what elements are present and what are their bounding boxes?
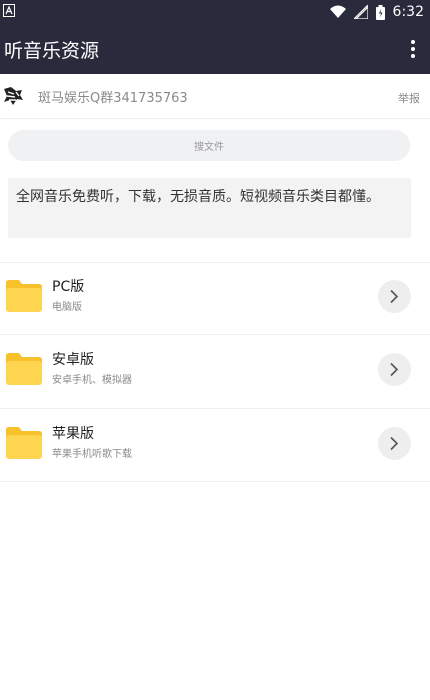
group-header: 斑马娱乐Q群341735763 举报 [0, 74, 430, 119]
chevron-right-icon [390, 436, 399, 451]
item-title: PC版 [52, 279, 85, 295]
group-name: 斑马娱乐Q群341735763 [38, 91, 188, 106]
page-title: 听音乐资源 [4, 40, 100, 62]
app-bar: 听音乐资源 [0, 24, 430, 74]
signal-icon [353, 5, 368, 19]
folder-icon [6, 280, 42, 312]
item-subtitle: 苹果手机听歌下载 [52, 449, 132, 460]
folder-icon [6, 427, 42, 459]
chevron-right-icon [390, 362, 399, 377]
chevron-right-icon [390, 289, 399, 304]
folder-icon [6, 353, 42, 385]
list-item[interactable]: PC版 电脑版 [0, 262, 430, 334]
item-subtitle: 安卓手机、模拟器 [52, 375, 132, 386]
open-button[interactable] [378, 280, 411, 313]
item-title: 苹果版 [52, 426, 94, 442]
item-subtitle: 电脑版 [52, 302, 82, 313]
clock-time: 6:32 [392, 4, 424, 20]
search-placeholder: 搜文件 [194, 142, 224, 153]
list-item[interactable]: 安卓版 安卓手机、模拟器 [0, 335, 430, 407]
a-icon [3, 4, 15, 17]
report-link[interactable]: 举报 [398, 90, 420, 106]
item-title: 安卓版 [52, 352, 94, 368]
description-box: 全网音乐免费听，下载，无损音质。短视频音乐类目都懂。 [8, 178, 411, 238]
description-text: 全网音乐免费听，下载，无损音质。短视频音乐类目都懂。 [16, 189, 380, 205]
status-bar: 6:32 [0, 0, 430, 24]
open-button[interactable] [378, 427, 411, 460]
list-item[interactable]: 苹果版 苹果手机听歌下载 [0, 409, 430, 481]
divider [0, 481, 430, 482]
zebra-avatar[interactable] [2, 85, 24, 107]
search-input[interactable]: 搜文件 [8, 130, 410, 161]
wifi-icon [329, 5, 346, 18]
open-button[interactable] [378, 353, 411, 386]
battery-icon [375, 4, 385, 20]
more-vert-icon[interactable] [410, 40, 416, 58]
